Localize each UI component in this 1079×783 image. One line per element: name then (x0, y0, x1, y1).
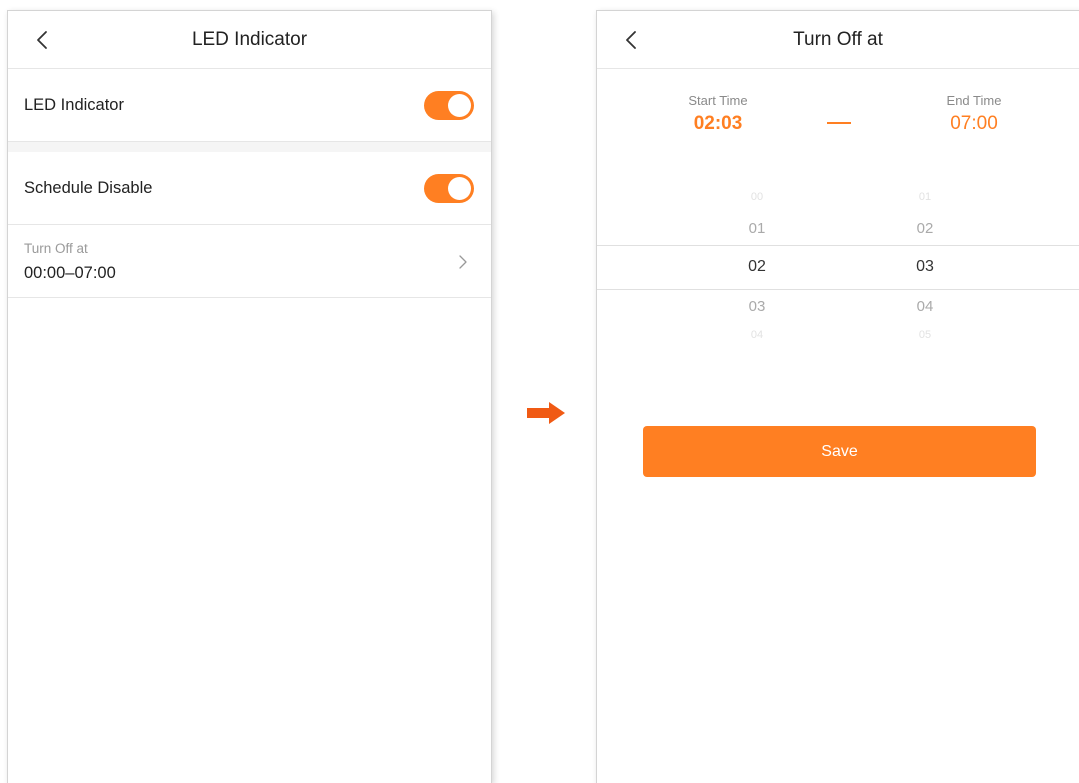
hour-option[interactable]: 03 (727, 298, 787, 315)
schedule-disable-toggle[interactable] (424, 174, 474, 203)
toggle-knob (448, 177, 471, 200)
section-gap (8, 142, 491, 152)
turn-off-at-row[interactable]: Turn Off at 00:00–07:00 (8, 225, 491, 298)
picker-selection-line-top (597, 245, 1079, 246)
hour-option[interactable]: 00 (727, 191, 787, 203)
start-time-label: Start Time (688, 93, 748, 108)
schedule-disable-label: Schedule Disable (24, 179, 153, 197)
page-title: LED Indicator (191, 29, 308, 50)
led-indicator-label: LED Indicator (24, 96, 124, 114)
arrow-right-icon (527, 402, 567, 424)
turn-off-at-value: 00:00–07:00 (24, 264, 116, 282)
schedule-disable-row: Schedule Disable (8, 152, 491, 225)
hour-option[interactable]: 01 (727, 220, 787, 237)
minute-option[interactable]: 05 (895, 329, 955, 341)
minute-option[interactable]: 02 (895, 220, 955, 237)
led-indicator-row: LED Indicator (8, 69, 491, 142)
time-picker[interactable]: 00 01 02 03 04 01 02 03 04 05 (597, 159, 1079, 404)
led-indicator-navbar: LED Indicator (8, 11, 491, 69)
turn-off-at-label: Turn Off at (24, 241, 88, 256)
turn-off-at-screen: Turn Off at Start Time 02:03 End Time 07… (596, 10, 1079, 783)
led-indicator-screen: LED Indicator LED Indicator Schedule Dis… (7, 10, 492, 783)
save-button[interactable]: Save (643, 426, 1036, 477)
start-time-block[interactable]: Start Time 02:03 (658, 93, 778, 137)
end-time-label: End Time (946, 93, 1002, 108)
picker-selection-line-bottom (597, 289, 1079, 290)
minute-option[interactable]: 01 (895, 191, 955, 203)
minute-option-selected[interactable]: 03 (895, 258, 955, 276)
start-time-value: 02:03 (693, 113, 743, 134)
page-title: Turn Off at (793, 29, 883, 50)
turn-off-at-navbar: Turn Off at (597, 11, 1079, 69)
end-time-value: 07:00 (950, 113, 998, 134)
toggle-knob (448, 94, 471, 117)
end-time-block[interactable]: End Time 07:00 (914, 93, 1034, 137)
time-range-dash (827, 122, 851, 124)
chevron-left-icon[interactable] (617, 25, 647, 55)
led-indicator-toggle[interactable] (424, 91, 474, 120)
time-range-header: Start Time 02:03 End Time 07:00 (597, 69, 1079, 159)
minute-option[interactable]: 04 (895, 298, 955, 315)
hour-option-selected[interactable]: 02 (727, 258, 787, 276)
chevron-left-icon[interactable] (28, 25, 58, 55)
chevron-right-icon (457, 253, 469, 271)
hour-option[interactable]: 04 (727, 329, 787, 341)
